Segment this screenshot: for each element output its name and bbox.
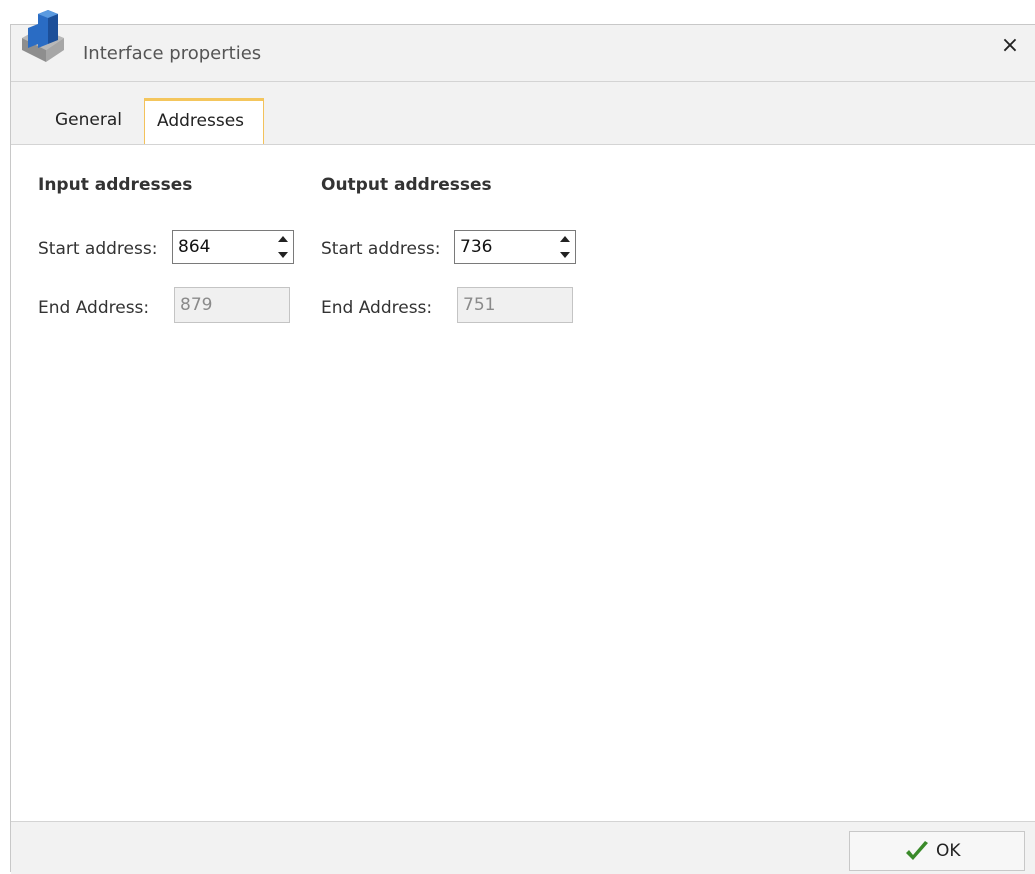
interface-properties-dialog: Interface properties × General Addresses… xyxy=(10,24,1035,874)
input-addresses-heading: Input addresses xyxy=(38,175,193,195)
addresses-panel: Input addresses Start address: End Addre… xyxy=(11,145,1035,821)
spin-down-icon[interactable] xyxy=(278,252,288,258)
output-addresses-heading: Output addresses xyxy=(321,175,492,195)
spin-down-icon[interactable] xyxy=(560,252,570,258)
dialog-footer: OK xyxy=(11,821,1035,874)
window-title: Interface properties xyxy=(83,43,262,64)
close-button[interactable]: × xyxy=(999,35,1021,57)
output-start-address-field[interactable] xyxy=(455,231,556,263)
spinner-arrows xyxy=(558,233,572,261)
tab-strip: General Addresses xyxy=(11,82,1035,145)
ok-button[interactable]: OK xyxy=(849,831,1025,871)
input-start-address-spinner[interactable] xyxy=(172,230,294,264)
input-end-address-label: End Address: xyxy=(38,298,150,318)
spin-up-icon[interactable] xyxy=(278,236,288,242)
ok-label: OK xyxy=(936,841,961,861)
checkmark-icon xyxy=(906,841,928,860)
spinner-arrows xyxy=(276,233,290,261)
output-end-address-label: End Address: xyxy=(321,298,433,318)
title-bar[interactable]: Interface properties × xyxy=(11,25,1035,82)
spin-up-icon[interactable] xyxy=(560,236,570,242)
interface-module-icon xyxy=(22,10,64,62)
input-start-address-field[interactable] xyxy=(173,231,274,263)
tab-general[interactable]: General xyxy=(43,98,135,144)
input-end-address-field: 879 xyxy=(174,287,290,323)
input-start-address-label: Start address: xyxy=(38,239,158,259)
tab-addresses[interactable]: Addresses xyxy=(144,98,264,144)
close-icon: × xyxy=(1000,33,1020,58)
output-start-address-spinner[interactable] xyxy=(454,230,576,264)
output-start-address-label: Start address: xyxy=(321,239,441,259)
output-end-address-field: 751 xyxy=(457,287,573,323)
